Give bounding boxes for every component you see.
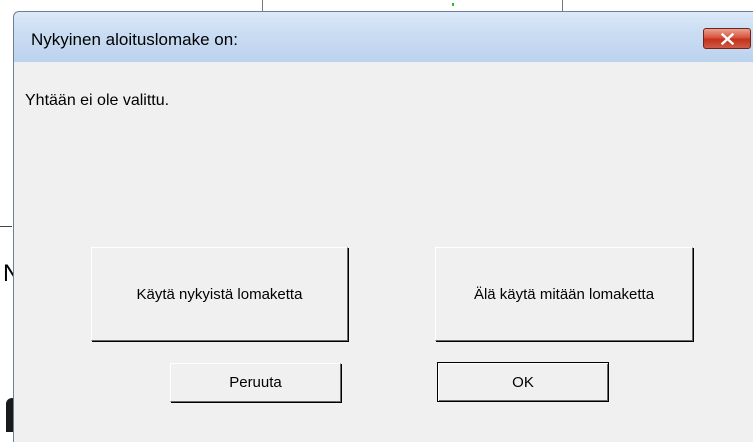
dialog-title: Nykyinen aloituslomake on: <box>31 30 238 49</box>
background-window-edge <box>0 0 14 432</box>
cancel-button[interactable]: Peruuta <box>170 363 341 402</box>
dialog-message: Yhtään ei ole valittu. <box>25 92 170 109</box>
use-no-form-button[interactable]: Älä käytä mitään lomaketta <box>435 247 693 341</box>
ok-button[interactable]: OK <box>437 362 609 402</box>
use-current-form-button[interactable]: Käytä nykyistä lomaketta <box>91 247 348 341</box>
dialog-titlebar[interactable]: Nykyinen aloituslomake on: <box>14 12 753 62</box>
background-divider <box>0 226 12 227</box>
dialog-client-area: Yhtään ei ole valittu. Käytä nykyistä lo… <box>14 62 753 442</box>
start-form-dialog: Nykyinen aloituslomake on: Yhtään ei ole… <box>13 11 753 442</box>
close-button[interactable] <box>703 28 751 49</box>
close-x-icon <box>721 33 734 45</box>
background-green-mark <box>452 3 454 6</box>
